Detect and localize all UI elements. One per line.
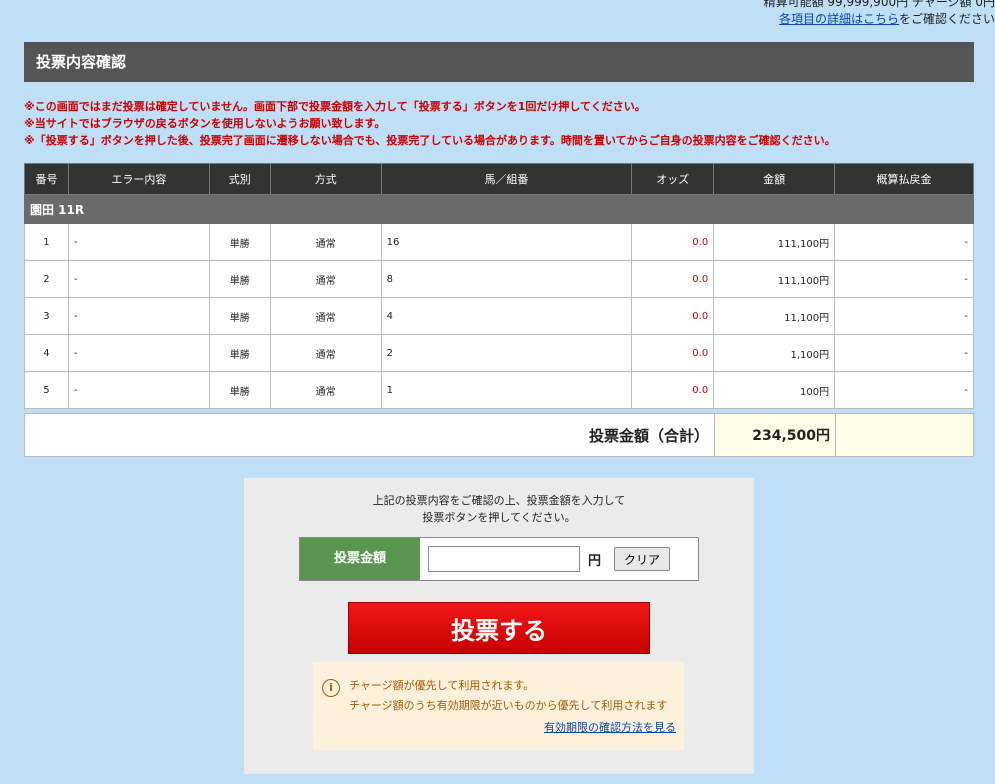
row-number: 5 (24, 371, 69, 409)
warning-line: ※当サイトではブラウザの戻るボタンを使用しないようお願い致します。 (24, 117, 386, 130)
row-number: 4 (24, 334, 69, 372)
yen-label: 円 (588, 554, 602, 569)
column-header: 方式 (269, 163, 382, 195)
vote-panel: 上記の投票内容をご確認の上、投票金額を入力して 投票ボタンを押してください。 投… (244, 478, 754, 774)
table-row: 2 - 単勝 通常 8 0.0 111,100円 - (24, 260, 974, 298)
page-title: 投票内容確認 (24, 42, 974, 82)
row-number: 1 (24, 223, 69, 261)
row-number: 2 (24, 260, 69, 298)
row-amount: 111,100円 (713, 260, 836, 298)
row-payout: - (834, 334, 974, 372)
total-label: 投票金額（合計） (24, 413, 715, 457)
row-odds: 0.0 (631, 297, 715, 335)
warning-line: ※この画面ではまだ投票は確定していません。画面下部で投票金額を入力して「投票する… (24, 100, 646, 113)
row-amount: 111,100円 (713, 223, 836, 261)
warning-line: ※「投票する」ボタンを押した後、投票完了画面に遷移しない場合でも、投票完了してい… (24, 134, 836, 147)
column-header: 金額 (713, 163, 836, 195)
row-horse: 1 (380, 371, 633, 409)
column-header: オッズ (631, 163, 715, 195)
detail-link[interactable]: 各項目の詳細はこちら (779, 12, 899, 26)
table-row: 5 - 単勝 通常 1 0.0 100円 - (24, 371, 974, 409)
balance-line: 精算可能額 99,999,900円 チャージ額 0円 (763, 0, 995, 9)
column-header: 馬／組番 (380, 163, 633, 195)
table-header-row: 番号 エラー内容 式別 方式 馬／組番 オッズ 金額 概算払戻金 (24, 163, 974, 195)
race-row: 園田 11R (24, 194, 974, 224)
amount-box: 投票金額 円 クリア (299, 537, 699, 581)
total-blank (835, 413, 974, 457)
notice-line: チャージ額のうち有効期限が近いものから優先して利用されます (349, 699, 668, 712)
detail-line: 各項目の詳細はこちらをご確認ください (764, 11, 995, 28)
row-horse: 2 (380, 334, 633, 372)
table-row: 4 - 単勝 通常 2 0.0 1,100円 - (24, 334, 974, 372)
row-horse: 8 (380, 260, 633, 298)
row-horse: 16 (380, 223, 633, 261)
account-info: 精算可能額 99,999,900円 チャージ額 0円 各項目の詳細はこちらをご確… (764, 0, 995, 28)
detail-suffix: をご確認ください (898, 12, 995, 26)
row-error: - (67, 223, 210, 261)
column-header: 概算払戻金 (834, 163, 974, 195)
table-row: 1 - 単勝 通常 16 0.0 111,100円 - (24, 223, 974, 261)
column-header: エラー内容 (67, 163, 210, 195)
row-odds: 0.0 (631, 223, 715, 261)
total-value: 234,500円 (714, 413, 836, 457)
row-error: - (67, 371, 210, 409)
row-bet-type: 単勝 (208, 297, 271, 335)
total-table: 投票金額（合計） 234,500円 (24, 413, 974, 457)
row-odds: 0.0 (631, 260, 715, 298)
row-method: 通常 (269, 223, 382, 261)
row-payout: - (834, 371, 974, 409)
instruction-text: 上記の投票内容をご確認の上、投票金額を入力して 投票ボタンを押してください。 (244, 492, 754, 526)
row-error: - (67, 334, 210, 372)
row-amount: 100円 (713, 371, 836, 409)
row-error: - (67, 297, 210, 335)
notice-line: チャージ額が優先して利用されます。 (349, 679, 535, 692)
table-row: 3 - 単勝 通常 4 0.0 11,100円 - (24, 297, 974, 335)
row-bet-type: 単勝 (208, 371, 271, 409)
row-method: 通常 (269, 260, 382, 298)
row-odds: 0.0 (631, 371, 715, 409)
row-payout: - (834, 223, 974, 261)
row-horse: 4 (380, 297, 633, 335)
row-error: - (67, 260, 210, 298)
row-amount: 1,100円 (713, 334, 836, 372)
row-number: 3 (24, 297, 69, 335)
row-method: 通常 (269, 371, 382, 409)
row-bet-type: 単勝 (208, 260, 271, 298)
total-row: 投票金額（合計） 234,500円 (24, 413, 974, 457)
expiry-check-link[interactable]: 有効期限の確認方法を見る (544, 718, 676, 738)
row-odds: 0.0 (631, 334, 715, 372)
vote-button[interactable]: 投票する (348, 602, 650, 654)
row-method: 通常 (269, 334, 382, 372)
row-bet-type: 単勝 (208, 334, 271, 372)
race-label: 園田 11R (24, 194, 974, 224)
warning-list: ※この画面ではまだ投票は確定していません。画面下部で投票金額を入力して「投票する… (24, 98, 836, 149)
clear-button[interactable]: クリア (614, 547, 670, 571)
instruction-line: 上記の投票内容をご確認の上、投票金額を入力して (372, 494, 626, 507)
row-payout: - (834, 260, 974, 298)
row-payout: - (834, 297, 974, 335)
row-amount: 11,100円 (713, 297, 836, 335)
charge-notice: i チャージ額が優先して利用されます。 チャージ額のうち有効期限が近いものから優… (313, 662, 684, 750)
instruction-line: 投票ボタンを押してください。 (422, 511, 576, 524)
column-header: 式別 (208, 163, 271, 195)
row-method: 通常 (269, 297, 382, 335)
amount-input[interactable] (428, 546, 580, 572)
amount-label: 投票金額 (300, 538, 420, 580)
column-header: 番号 (24, 163, 69, 195)
bet-table: 番号 エラー内容 式別 方式 馬／組番 オッズ 金額 概算払戻金 園田 11R … (24, 163, 974, 409)
row-bet-type: 単勝 (208, 223, 271, 261)
info-icon: i (322, 679, 340, 697)
